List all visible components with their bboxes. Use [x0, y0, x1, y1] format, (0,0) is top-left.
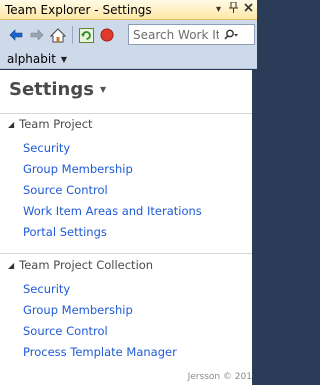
chevron-down-icon: ▼	[99, 85, 107, 94]
link-process-template-manager[interactable]: Process Template Manager	[23, 345, 177, 359]
window-title: Team Explorer - Settings	[5, 2, 152, 17]
link-work-item-areas[interactable]: Work Item Areas and Iterations	[23, 204, 202, 218]
forward-arrow-icon[interactable]	[27, 25, 47, 45]
section-header-label: Team Project Collection	[19, 258, 154, 272]
divider	[0, 253, 252, 254]
window-frame-edge	[252, 70, 257, 385]
divider	[0, 113, 252, 114]
close-icon[interactable]	[242, 2, 255, 17]
link-collection-security[interactable]: Security	[23, 282, 70, 296]
link-portal-settings[interactable]: Portal Settings	[23, 225, 107, 239]
refresh-icon[interactable]	[76, 25, 96, 45]
search-icon[interactable]	[219, 25, 243, 44]
section-header-team-project[interactable]: ◢ Team Project	[8, 117, 93, 131]
search-box	[128, 24, 255, 45]
pin-icon[interactable]	[227, 1, 240, 18]
project-name: alphabit	[7, 52, 56, 66]
settings-content: Settings ▼ ◢ Team Project Security Group…	[0, 70, 252, 385]
search-input[interactable]	[129, 25, 219, 44]
back-arrow-icon[interactable]	[6, 25, 26, 45]
link-security[interactable]: Security	[23, 141, 70, 155]
collapse-triangle-icon: ◢	[8, 119, 15, 129]
toolbar	[0, 20, 257, 50]
page-title[interactable]: Settings ▼	[9, 79, 106, 100]
section-header-label: Team Project	[19, 117, 93, 131]
watermark: Jersson © 201	[187, 372, 252, 382]
toolbar-separator	[72, 26, 73, 44]
link-group-membership[interactable]: Group Membership	[23, 162, 133, 176]
title-bar: Team Explorer - Settings ▾	[0, 0, 257, 20]
dropdown-icon[interactable]: ▾	[212, 3, 225, 17]
stop-icon[interactable]	[97, 25, 117, 45]
chevron-down-icon: ▼	[60, 54, 68, 64]
link-collection-source-control[interactable]: Source Control	[23, 324, 108, 338]
link-collection-group-membership[interactable]: Group Membership	[23, 303, 133, 317]
team-explorer-window: Team Explorer - Settings ▾ Search Work I…	[0, 0, 257, 385]
collapse-triangle-icon: ◢	[8, 260, 15, 270]
page-title-label: Settings	[9, 79, 94, 100]
section-header-team-project-collection[interactable]: ◢ Team Project Collection	[8, 258, 153, 272]
project-selector[interactable]: alphabit ▼	[0, 50, 257, 69]
home-icon[interactable]	[48, 25, 68, 45]
link-source-control[interactable]: Source Control	[23, 183, 108, 197]
